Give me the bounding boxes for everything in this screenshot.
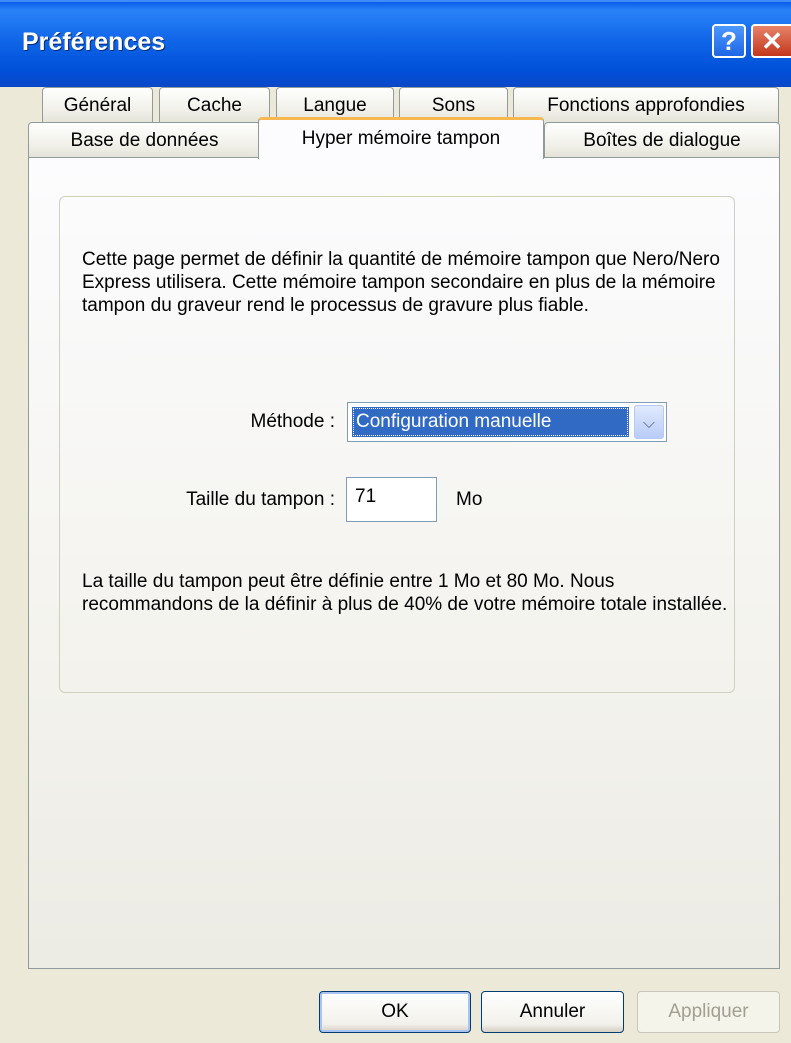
cancel-button[interactable]: Annuler xyxy=(481,991,624,1033)
tab-boites-de-dialogue[interactable]: Boîtes de dialogue xyxy=(544,122,780,160)
buffer-size-input[interactable]: 71 xyxy=(346,477,437,522)
buffer-note-text: La taille du tampon peut être définie en… xyxy=(82,571,728,615)
tab-hyper-memoire-tampon[interactable]: Hyper mémoire tampon xyxy=(258,117,544,159)
close-icon: ✕ xyxy=(761,25,783,56)
title-bar: Préférences ? ✕ xyxy=(0,0,791,87)
tab-base-de-donnees[interactable]: Base de données xyxy=(28,122,261,160)
buffer-size-label: Taille du tampon : xyxy=(186,489,335,510)
method-select[interactable]: Configuration manuelle ⌵ xyxy=(347,402,667,442)
description-text: Cette page permet de définir la quantité… xyxy=(82,249,720,316)
method-label: Méthode : xyxy=(250,411,336,432)
help-button[interactable]: ? xyxy=(712,24,746,58)
tab-cache[interactable]: Cache xyxy=(159,87,270,125)
window-title: Préférences xyxy=(22,28,166,56)
method-selected-value: Configuration manuelle xyxy=(352,407,629,437)
tab-fonctions-approfondies[interactable]: Fonctions approfondies xyxy=(513,87,779,125)
chevron-down-icon[interactable]: ⌵ xyxy=(634,405,664,439)
tab-general[interactable]: Général xyxy=(42,87,153,125)
close-button[interactable]: ✕ xyxy=(751,24,791,58)
apply-button[interactable]: Appliquer xyxy=(637,991,780,1033)
buffer-unit-label: Mo xyxy=(456,489,483,510)
help-icon: ? xyxy=(721,25,737,56)
ok-button[interactable]: OK xyxy=(319,991,471,1033)
